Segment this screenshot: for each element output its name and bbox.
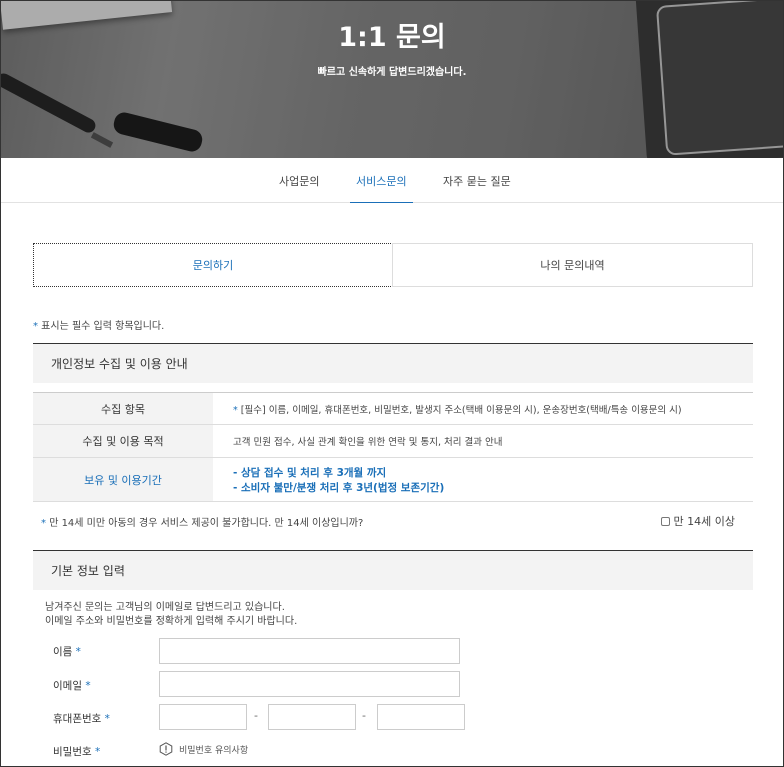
tab-my-inquiries[interactable]: 나의 문의내역 (392, 243, 753, 287)
email-label-text: 이메일 (53, 680, 82, 692)
required-star: * (85, 680, 91, 692)
required-star: * (233, 404, 238, 416)
required-star: * (104, 713, 110, 725)
required-star: * (75, 646, 81, 658)
warning-icon (159, 742, 173, 756)
privacy-table: 수집 항목 * [필수] 이름, 이메일, 휴대폰번호, 비밀번호, 발생지 주… (33, 392, 753, 502)
phone-input-3[interactable] (377, 704, 465, 730)
sub-navigation: 사업문의 서비스문의 자주 묻는 질문 (1, 158, 783, 203)
phone-dash-2: - (362, 709, 366, 722)
age-14-checkbox[interactable]: 만 14세 이상 (660, 513, 735, 529)
tab-write-inquiry[interactable]: 문의하기 (33, 243, 393, 287)
retention-line-2: - 소비자 불만/분쟁 처리 후 3년(법정 보존기간) (233, 481, 445, 494)
tab-business-inquiry[interactable]: 사업문의 (279, 173, 319, 203)
tab-service-inquiry[interactable]: 서비스문의 (350, 173, 413, 203)
checkbox-icon[interactable] (660, 516, 670, 526)
phone-label: 휴대폰번호 * (53, 711, 110, 726)
phone-dash-1: - (254, 709, 258, 722)
name-label: 이름 * (53, 644, 81, 659)
basic-info-section-title: 기본 정보 입력 (33, 550, 753, 590)
name-input[interactable] (159, 638, 460, 664)
required-note-text: 표시는 필수 입력 항목입니다. (38, 321, 165, 332)
retention-line-1: - 상담 접수 및 처리 후 3개월 까지 (233, 466, 387, 479)
privacy-items-text: [필수] 이름, 이메일, 휴대폰번호, 비밀번호, 발생지 주소(택배 이용문… (240, 404, 682, 416)
email-label: 이메일 * (53, 678, 91, 693)
privacy-value-purpose: 고객 민원 접수, 사실 관계 확인을 위한 연락 및 통지, 처리 결과 안내 (233, 437, 503, 448)
required-star: * (94, 746, 101, 758)
hero-banner: 1:1 문의 빠르고 신속하게 답변드리겠습니다. (1, 1, 783, 158)
age-question-text: 만 14세 미만 아동의 경우 서비스 제공이 불가합니다. 만 14세 이상입… (49, 518, 364, 529)
privacy-value-retention: - 상담 접수 및 처리 후 3개월 까지 - 소비자 불만/분쟁 처리 후 3… (213, 458, 753, 501)
password-label-text: 비밀번호 (53, 746, 92, 758)
privacy-value-items: * [필수] 이름, 이메일, 휴대폰번호, 비밀번호, 발생지 주소(택배 이… (213, 393, 753, 424)
email-input[interactable] (159, 671, 460, 697)
inquiry-tabs: 문의하기 나의 문의내역 (33, 243, 753, 287)
password-notice-text: 비밀번호 유의사항 (179, 745, 249, 756)
age-14-checkbox-label: 만 14세 이상 (673, 515, 735, 528)
guide-line-2: 이메일 주소와 비밀번호를 정확하게 입력해 주시기 바랍니다. (45, 616, 298, 627)
table-row: 수집 및 이용 목적 고객 민원 접수, 사실 관계 확인을 위한 연락 및 통… (33, 425, 753, 458)
age-question: * 만 14세 미만 아동의 경우 서비스 제공이 불가합니다. 만 14세 이… (41, 514, 363, 529)
privacy-section-title: 개인정보 수집 및 이용 안내 (33, 343, 753, 383)
required-star: * (41, 518, 46, 529)
privacy-label-retention: 보유 및 이용기간 (33, 458, 213, 501)
password-notice[interactable]: 비밀번호 유의사항 (159, 742, 248, 756)
name-label-text: 이름 (53, 646, 73, 658)
phone-input-1[interactable] (159, 704, 247, 730)
phone-label-text: 휴대폰번호 (53, 713, 102, 725)
page-subtitle: 빠르고 신속하게 답변드리겠습니다. (317, 67, 467, 78)
guide-line-1: 남겨주신 문의는 고객님의 이메일로 답변드리고 있습니다. (45, 602, 285, 613)
privacy-label-items: 수집 항목 (33, 393, 213, 424)
basic-info-guide: 남겨주신 문의는 고객님의 이메일로 답변드리고 있습니다. 이메일 주소와 비… (45, 601, 297, 629)
privacy-label-purpose: 수집 및 이용 목적 (33, 425, 213, 457)
tab-faq[interactable]: 자주 묻는 질문 (443, 173, 511, 203)
password-label: 비밀번호 * (53, 744, 100, 759)
page-title: 1:1 문의 (338, 22, 446, 53)
table-row: 보유 및 이용기간 - 상담 접수 및 처리 후 3개월 까지 - 소비자 불만… (33, 458, 753, 502)
required-note: * 표시는 필수 입력 항목입니다. (33, 317, 164, 332)
table-row: 수집 항목 * [필수] 이름, 이메일, 휴대폰번호, 비밀번호, 발생지 주… (33, 393, 753, 425)
phone-input-2[interactable] (268, 704, 356, 730)
